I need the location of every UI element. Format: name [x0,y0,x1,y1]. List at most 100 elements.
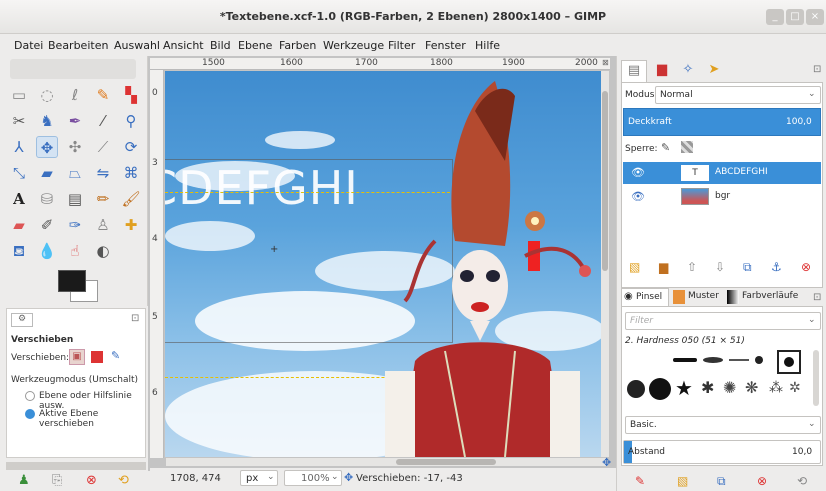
spacing-slider[interactable]: Abstand 10,0 [623,440,821,464]
delete-options-icon[interactable]: ⊗ [86,473,97,488]
brush-item[interactable]: ✺ [723,378,736,397]
horizontal-scroll-thumb[interactable] [396,459,496,465]
ellipse-select-icon[interactable]: ◌ [36,84,58,106]
zoom-to-fit-icon[interactable]: ⊠ [602,58,610,70]
pencil-icon[interactable]: ✏ [92,188,114,210]
brush-item[interactable] [627,380,645,398]
anchor-layer-icon[interactable]: ⚓ [771,260,782,274]
lock-alpha-icon[interactable] [681,141,693,153]
maximize-button[interactable]: □ [786,9,804,25]
menu-auswahl[interactable]: Auswahl [114,39,160,52]
brush-item[interactable]: ★ [675,376,693,400]
brush-preset-select[interactable]: Basic. ⌄ [625,416,821,434]
vertical-ruler[interactable]: 0 3 4 5 6 [150,70,164,458]
rotate-icon[interactable]: ⟳ [120,136,142,158]
menu-farben[interactable]: Farben [279,39,316,52]
panel-menu-icon[interactable]: ⊡ [813,64,821,75]
radio-option-1[interactable] [25,391,35,401]
smudge-icon[interactable]: ☝ [64,240,86,262]
refresh-brushes-icon[interactable]: ⟲ [797,474,807,488]
cage-icon[interactable]: ⌘ [120,162,142,184]
new-layer-group-icon[interactable]: ▆ [659,260,668,274]
color-picker-icon[interactable]: ⁄ [92,110,114,132]
brush-item[interactable]: ❋ [745,378,758,397]
lower-layer-icon[interactable]: ⇩ [715,260,725,274]
duplicate-layer-icon[interactable]: ⧉ [743,260,752,274]
channels-tab-icon[interactable]: ▆ [649,60,675,82]
lasso-icon[interactable]: ℓ [64,84,86,106]
menu-werkzeuge[interactable]: Werkzeuge [323,39,384,52]
blend-icon[interactable]: ▤ [64,188,86,210]
brush-item-selected[interactable] [777,350,801,374]
zoom-select[interactable]: 100% ⌄ [284,470,342,486]
dodge-icon[interactable]: ◐ [92,240,114,262]
unit-select[interactable]: px ⌄ [240,470,278,486]
duplicate-brush-icon[interactable]: ⧉ [717,474,726,488]
image-canvas[interactable]: CDEFGHI + [165,71,601,457]
brush-grid-scrollbar[interactable] [813,350,819,406]
new-brush-icon[interactable]: ▧ [677,474,688,488]
patterns-tab[interactable]: Muster [671,288,725,306]
scissors-icon[interactable]: ✂ [8,110,30,132]
foreground-select-icon[interactable]: ♞ [36,110,58,132]
brush-item[interactable]: ✲ [789,380,801,396]
panel-menu-icon[interactable]: ⊡ [813,292,821,303]
perspective-icon[interactable]: ⏢ [64,162,86,184]
opacity-slider[interactable]: Deckkraft 100,0 [623,108,821,136]
crop-icon[interactable]: ⟋ [92,136,114,158]
menu-datei[interactable]: Datei [14,39,43,52]
move-icon[interactable]: ✥ [36,136,58,158]
brush-item[interactable] [673,358,697,362]
menu-filter[interactable]: Filter [388,39,415,52]
scale-icon[interactable]: ⤡ [8,162,30,184]
delete-layer-icon[interactable]: ⊗ [801,260,811,274]
eraser-icon[interactable]: ▰ [8,214,30,236]
align-icon[interactable]: ✣ [64,136,86,158]
minimize-button[interactable]: _ [766,9,784,25]
reset-options-icon[interactable]: ⟲ [118,473,129,488]
brush-grid[interactable]: ★ ✱ ✺ ❋ ⁂ ✲ [625,350,811,404]
brush-filter-input[interactable]: Filter ⌄ [625,312,821,330]
brushes-tab[interactable]: ◉ Pinsel [621,288,669,306]
layer-row-text[interactable]: 👁 T ABCDEFGHI [623,162,821,184]
delete-brush-icon[interactable]: ⊗ [757,474,767,488]
panel-menu-icon[interactable]: ⊡ [131,313,139,324]
blur-icon[interactable]: 💧 [36,240,58,262]
shear-icon[interactable]: ▰ [36,162,58,184]
rect-select-icon[interactable]: ▭ [8,84,30,106]
tool-options-scrollbar[interactable] [6,462,146,470]
menu-hilfe[interactable]: Hilfe [475,39,500,52]
brush-item[interactable] [755,356,763,364]
airbrush-icon[interactable]: ✐ [36,214,58,236]
move-path-icon[interactable]: ✎ [111,349,120,362]
gradients-tab[interactable]: Farbverläufe [725,288,805,306]
lock-pixels-icon[interactable]: ✎ [661,141,670,154]
raise-layer-icon[interactable]: ⇧ [687,260,697,274]
text-icon[interactable]: A [8,188,30,210]
clone-icon[interactable]: ♙ [92,214,114,236]
restore-options-icon[interactable]: ⎘ [52,473,62,488]
horizontal-ruler[interactable]: 1500 1600 1700 1800 1900 2000 [150,58,610,70]
foreground-color-swatch[interactable] [58,270,86,292]
menu-bearbeiten[interactable]: Bearbeiten [48,39,108,52]
brush-item[interactable] [649,378,671,400]
horizontal-scrollbar[interactable] [166,458,606,466]
measure-icon[interactable]: ⅄ [8,136,30,158]
brush-item[interactable] [729,359,749,361]
heal-icon[interactable]: ✚ [120,214,142,236]
move-layer-icon[interactable]: ▣ [69,349,85,365]
visibility-eye-icon[interactable]: 👁 [631,166,645,179]
brush-item[interactable]: ✱ [701,378,714,397]
zoom-icon[interactable]: ⚲ [120,110,142,132]
edit-brush-icon[interactable]: ✎ [635,474,645,488]
paths-tab-icon[interactable]: ✧ [675,60,701,82]
menu-ebene[interactable]: Ebene [238,39,272,52]
brush-item[interactable] [703,357,723,363]
menu-bild[interactable]: Bild [210,39,231,52]
flip-icon[interactable]: ⇋ [92,162,114,184]
vertical-scroll-thumb[interactable] [602,91,608,271]
layer-mode-select[interactable]: Normal ⌄ [655,86,821,104]
undo-tab-icon[interactable]: ➤ [701,60,727,82]
perspective-clone-icon[interactable]: ⛾ [8,240,30,262]
move-selection-icon[interactable] [91,351,103,363]
